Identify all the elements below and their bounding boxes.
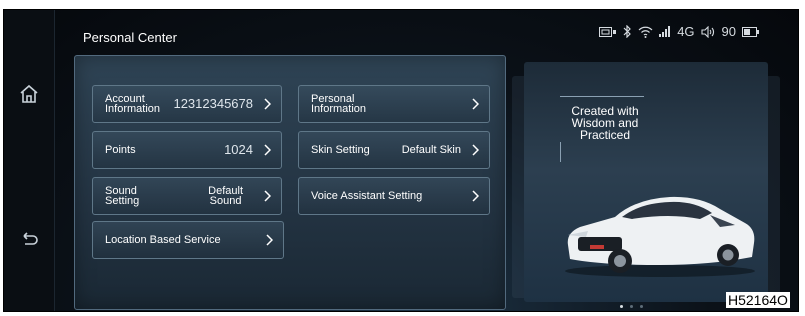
promo-slogan: Created with Wisdom and Practiced [571, 104, 639, 142]
account-information-label: Account Information [105, 93, 161, 115]
chevron-right-icon [264, 144, 271, 156]
figure-label: H52164O [726, 292, 790, 308]
skin-setting-item[interactable]: Skin Setting Default Skin [298, 131, 490, 169]
voice-assistant-setting-item[interactable]: Voice Assistant Setting [298, 177, 490, 215]
points-value: 1024 [224, 142, 253, 157]
chevron-right-icon [266, 234, 273, 246]
chevron-right-icon [472, 98, 479, 110]
chevron-right-icon [264, 190, 271, 202]
signal-icon [659, 26, 671, 37]
left-navigation-bar [4, 10, 55, 311]
sound-setting-label: Sound Setting [105, 185, 140, 207]
head-unit-screen: Personal Center 4G 90 Account Informatio… [3, 9, 799, 312]
back-icon[interactable] [18, 228, 40, 250]
network-type: 4G [677, 24, 695, 39]
personal-information-label: Personal Information [311, 93, 367, 115]
car-image [565, 196, 755, 277]
points-item[interactable]: Points 1024 [92, 131, 282, 169]
chevron-right-icon [264, 98, 271, 110]
pager-dot[interactable] [630, 305, 633, 308]
home-icon[interactable] [17, 82, 41, 106]
sound-setting-value: Default Sound [208, 185, 243, 207]
account-number-value: 12312345678 [173, 96, 253, 111]
location-based-service-label: Location Based Service [105, 234, 221, 246]
promo-frame-line [560, 96, 644, 97]
personal-information-item[interactable]: Personal Information [298, 85, 490, 123]
volume-icon [700, 25, 714, 38]
account-information-item[interactable]: Account Information 12312345678 [92, 85, 282, 123]
skin-setting-label: Skin Setting [311, 144, 370, 156]
usb-icon [599, 26, 617, 37]
wifi-icon [638, 26, 653, 38]
chevron-right-icon [472, 190, 479, 202]
location-based-service-item[interactable]: Location Based Service [92, 221, 284, 259]
volume-level: 90 [721, 24, 736, 39]
sound-setting-item[interactable]: Sound Setting Default Sound [92, 177, 282, 215]
promo-pager[interactable] [620, 305, 643, 308]
pager-dot[interactable] [640, 305, 643, 308]
page-title: Personal Center [83, 30, 177, 45]
pager-dot-active[interactable] [620, 305, 623, 308]
bluetooth-icon [623, 25, 632, 38]
promo-frame-line [560, 142, 561, 162]
skin-setting-value: Default Skin [401, 144, 461, 156]
points-label: Points [105, 144, 136, 156]
status-bar: 4G 90 [599, 24, 760, 39]
settings-panel: Account Information 12312345678 Personal I… [74, 55, 506, 310]
chevron-right-icon [472, 144, 479, 156]
battery-icon [742, 26, 759, 37]
voice-assistant-setting-label: Voice Assistant Setting [311, 190, 423, 202]
